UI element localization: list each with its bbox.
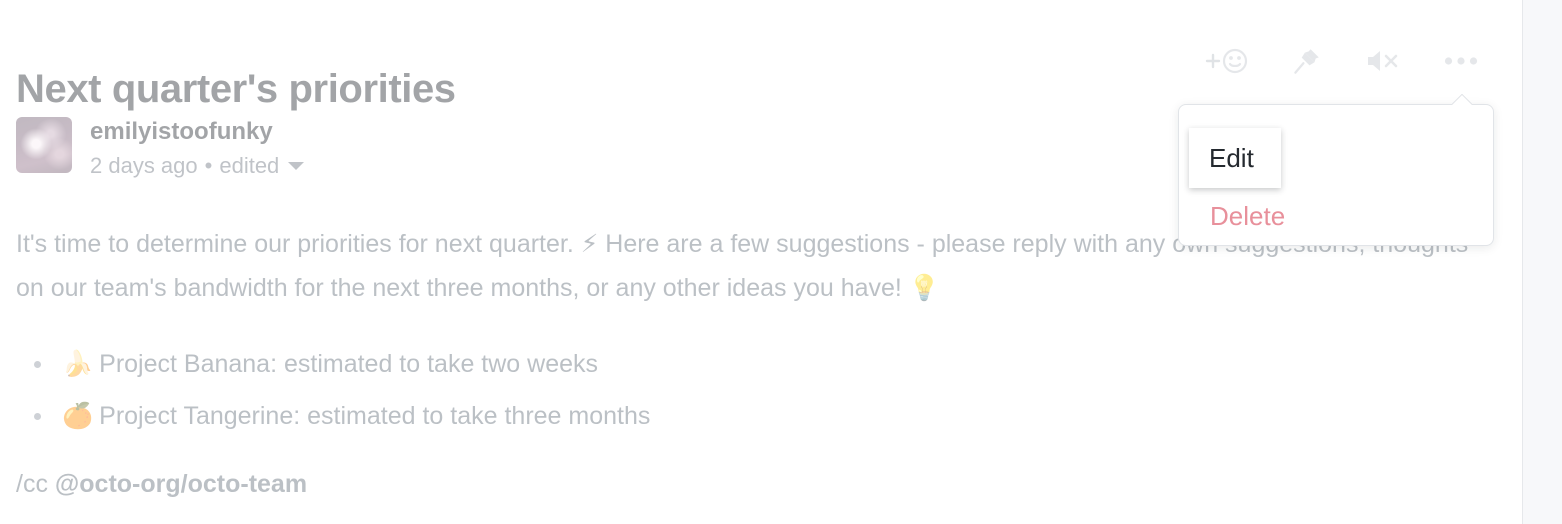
- avatar[interactable]: [16, 117, 72, 173]
- banana-emoji: 🍌: [62, 349, 94, 378]
- page-title: Next quarter's priorities: [16, 66, 456, 111]
- cc-line: /cc @octo-org/octo-team: [16, 470, 307, 499]
- author-meta: emilyistoofunky 2 days ago • edited: [90, 117, 305, 179]
- edited-label[interactable]: edited: [219, 153, 279, 179]
- timestamp: 2 days ago: [90, 152, 198, 178]
- right-rail: [1522, 0, 1562, 524]
- kebab-menu-icon[interactable]: [1444, 56, 1478, 66]
- author-name[interactable]: emilyistoofunky: [90, 118, 304, 146]
- list-item-label: Project Tangerine: estimated to take thr…: [99, 402, 651, 430]
- menu-item-delete[interactable]: Delete: [1210, 201, 1285, 232]
- cc-prefix: /cc: [16, 470, 55, 498]
- list-item: 🍌 Project Banana: estimated to take two w…: [33, 338, 650, 390]
- pin-icon[interactable]: [1292, 46, 1322, 76]
- comment-options-menu: Edit Delete: [1178, 104, 1494, 246]
- team-mention[interactable]: @octo-org/octo-team: [55, 470, 307, 498]
- list-item-label: Project Banana: estimated to take two we…: [99, 350, 599, 378]
- body-line-1a: It's time to determine our priorities fo…: [16, 230, 574, 258]
- add-reaction-icon[interactable]: [1202, 46, 1250, 76]
- mute-icon[interactable]: [1364, 47, 1402, 75]
- issue-comment-screen: Next quarter's priorities emilyistoofunk…: [0, 0, 1562, 524]
- comment-action-bar: [1202, 46, 1478, 76]
- menu-caret: [1452, 94, 1472, 105]
- tangerine-emoji: 🍊: [62, 401, 94, 430]
- comment-timestamp-row: 2 days ago • edited: [90, 152, 305, 179]
- comment-surface: Next quarter's priorities emilyistoofunk…: [0, 0, 1522, 524]
- comment-author-row: emilyistoofunky 2 days ago • edited: [16, 117, 305, 179]
- menu-item-edit[interactable]: Edit: [1189, 128, 1281, 188]
- zap-emoji: ⚡: [580, 229, 599, 258]
- separator-dot: •: [204, 152, 213, 178]
- bulb-emoji: 💡: [908, 273, 940, 302]
- body-line-1b: Here are a few suggestions - please repl…: [605, 230, 1166, 258]
- priority-list: 🍌 Project Banana: estimated to take two w…: [16, 338, 650, 442]
- list-item: 🍊 Project Tangerine: estimated to take th…: [33, 390, 651, 442]
- chevron-down-icon[interactable]: [288, 161, 305, 170]
